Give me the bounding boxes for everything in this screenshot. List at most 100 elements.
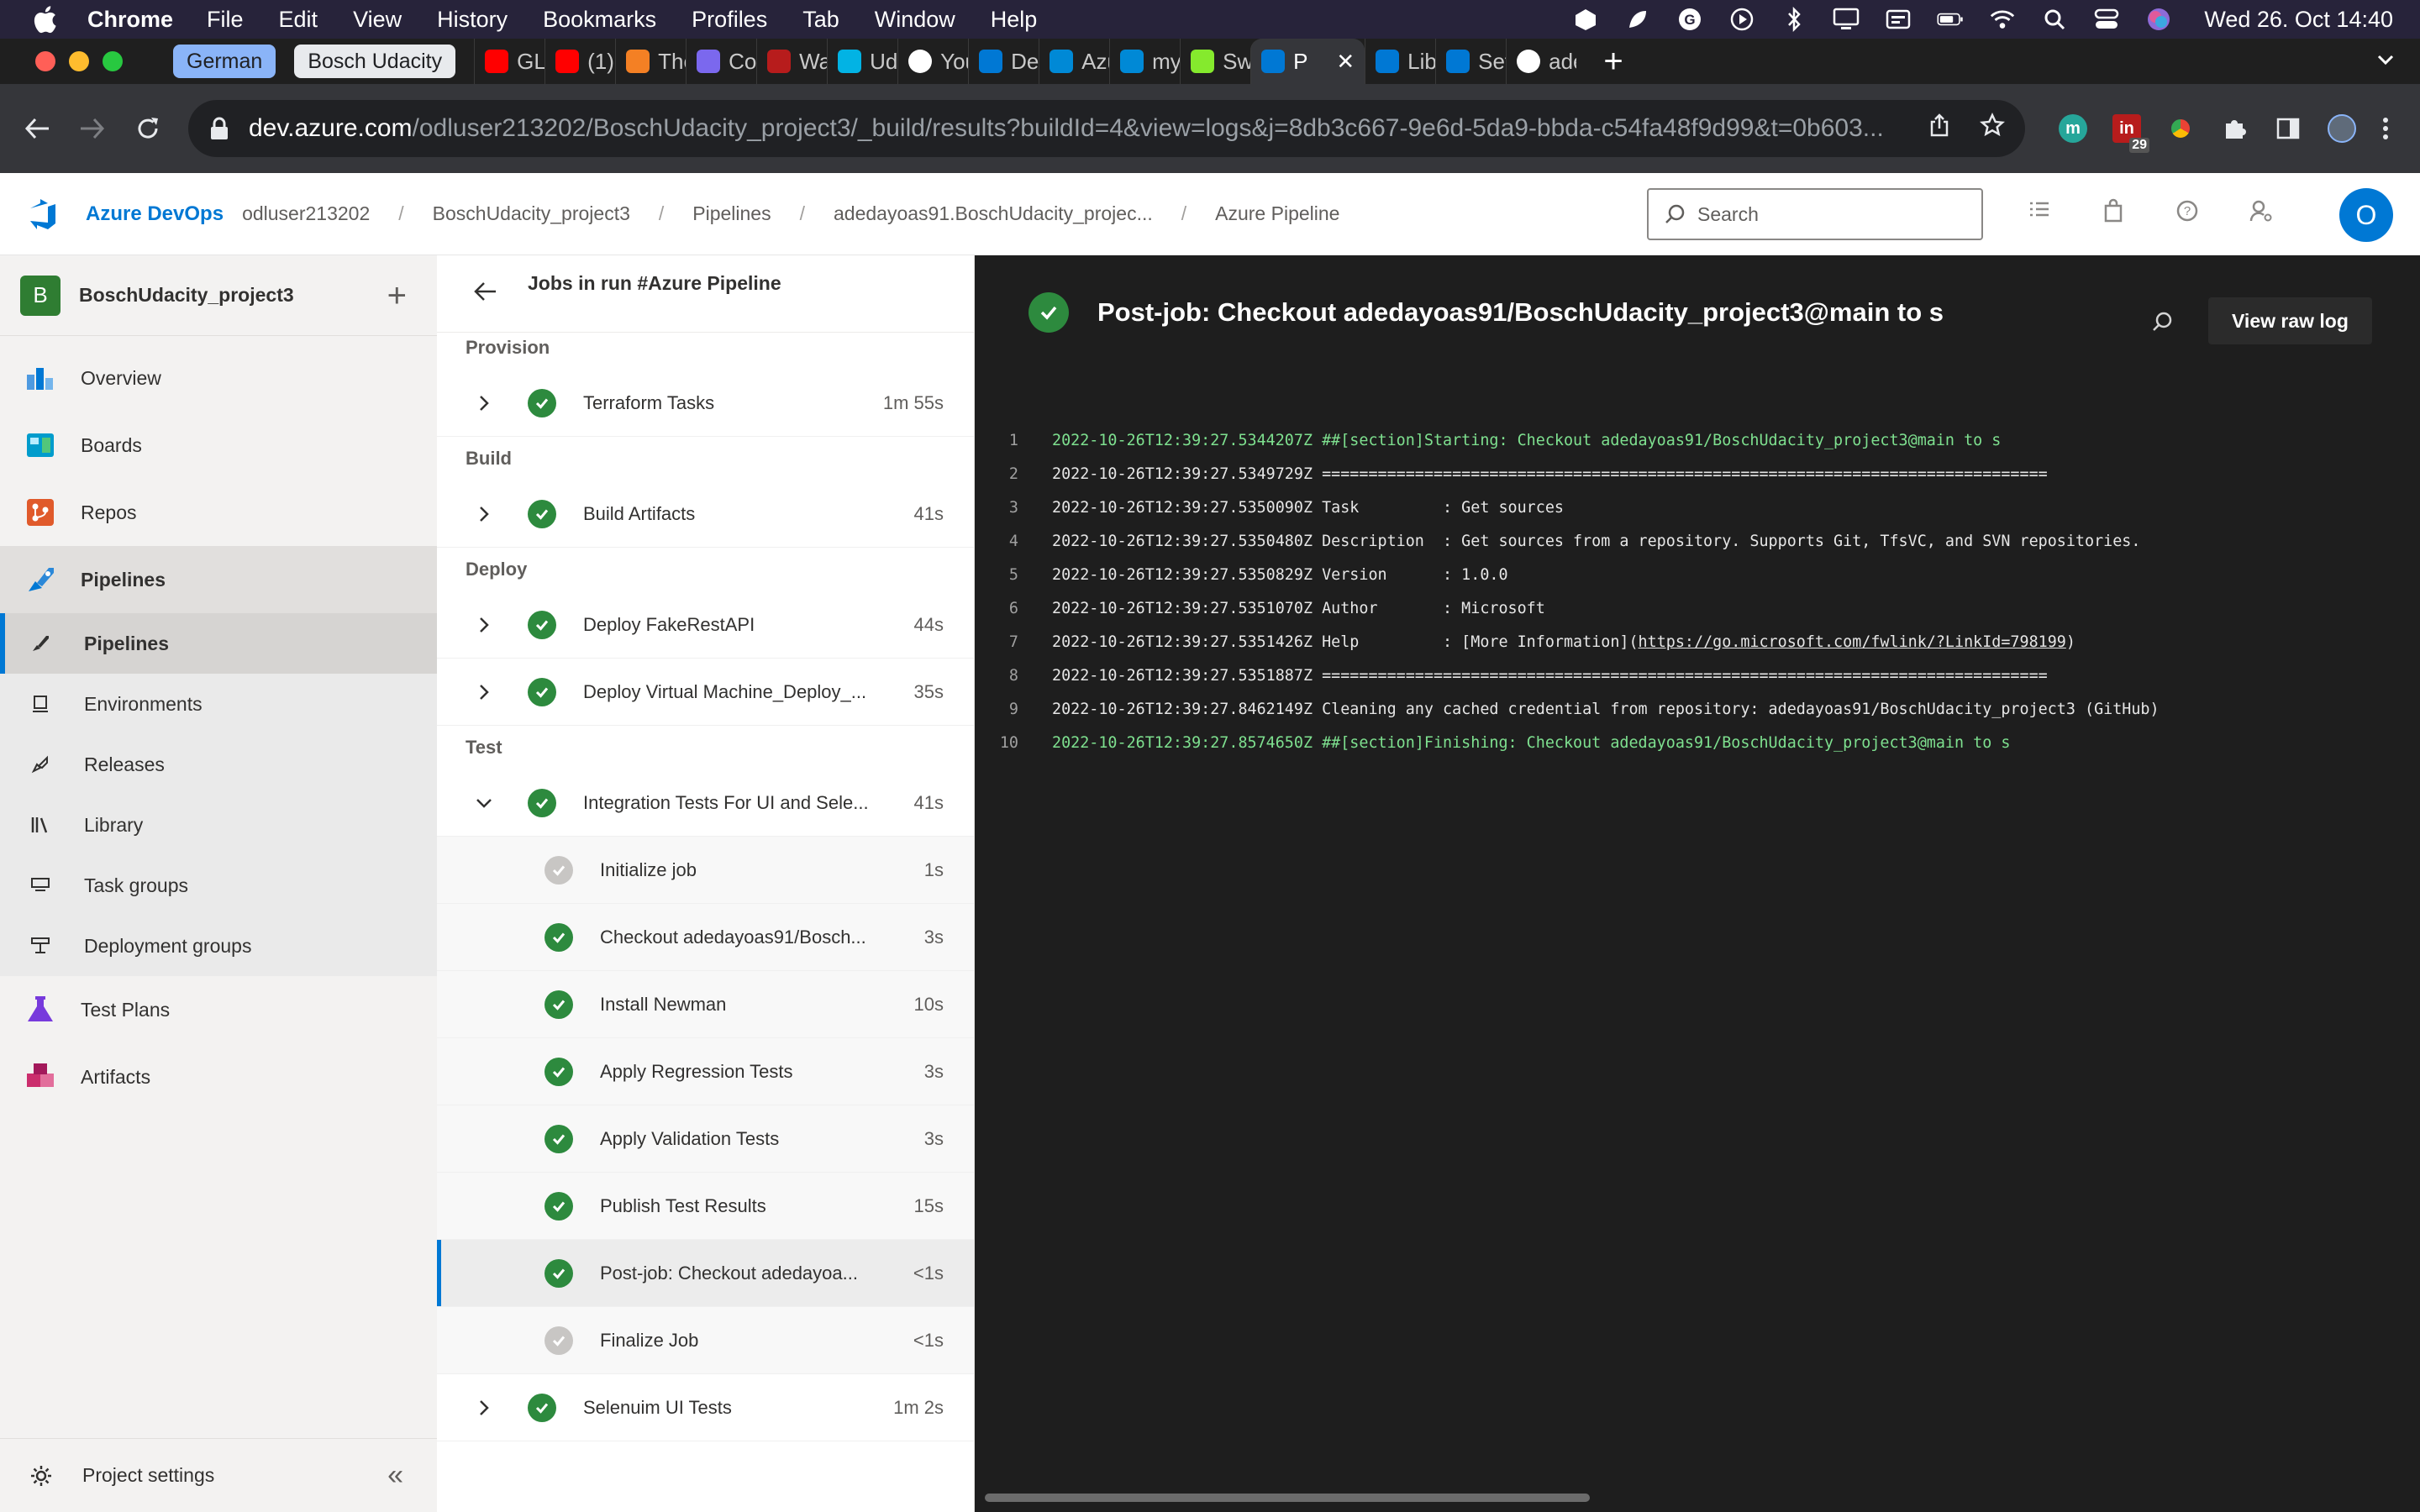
- menu-edit[interactable]: Edit: [279, 7, 318, 33]
- menu-bookmarks[interactable]: Bookmarks: [543, 7, 656, 33]
- tab-group-german[interactable]: German: [173, 45, 276, 78]
- user-settings-icon[interactable]: [2249, 198, 2274, 228]
- menu-window[interactable]: Window: [875, 7, 955, 33]
- sidebar-subitem-releases[interactable]: Releases: [0, 734, 437, 795]
- log-link[interactable]: https://go.microsoft.com/fwlink/?LinkId=…: [1639, 633, 2066, 651]
- breadcrumb-run[interactable]: Azure Pipeline: [1215, 202, 1339, 225]
- sidebar-item-overview[interactable]: Overview: [0, 344, 437, 412]
- leaf-icon[interactable]: [1624, 6, 1651, 33]
- project-header[interactable]: B BoschUdacity_project3 +: [0, 255, 437, 336]
- side-panel-icon[interactable]: [2274, 114, 2302, 143]
- minimize-window-button[interactable]: [69, 51, 89, 71]
- siri-icon[interactable]: [2145, 6, 2172, 33]
- job-step-row[interactable]: Checkout adedayoas91/Bosch... 3s: [437, 904, 974, 971]
- tab-group-bosch-udacity[interactable]: Bosch Udacity: [294, 45, 456, 78]
- new-tab-button[interactable]: +: [1597, 43, 1630, 81]
- address-bar[interactable]: dev.azure.com /odluser213202/BoschUdacit…: [188, 100, 2025, 157]
- tab-active[interactable]: P ✕: [1250, 39, 1365, 84]
- chevron-down-icon[interactable]: [471, 796, 497, 810]
- app-status-icon[interactable]: [1572, 6, 1599, 33]
- browser-tab[interactable]: GLM: [474, 39, 544, 84]
- sidebar-subitem-deployment-groups[interactable]: Deployment groups: [0, 916, 437, 976]
- control-center-icon[interactable]: [2093, 6, 2120, 33]
- browser-tab[interactable]: The S: [615, 39, 686, 84]
- job-step-row[interactable]: Publish Test Results 15s: [437, 1173, 974, 1240]
- browser-tab[interactable]: Conc: [686, 39, 756, 84]
- wifi-icon[interactable]: [1989, 6, 2016, 33]
- project-name[interactable]: BoschUdacity_project3: [79, 284, 294, 307]
- chevron-right-icon[interactable]: [471, 616, 497, 634]
- breadcrumb-pipeline-name[interactable]: adedayoas91.BoschUdacity_projec...: [834, 202, 1153, 225]
- job-row[interactable]: Integration Tests For UI and Sele... 41s: [437, 769, 974, 837]
- apple-icon[interactable]: [32, 5, 57, 34]
- job-row[interactable]: Terraform Tasks 1m 55s: [437, 370, 974, 437]
- job-row[interactable]: Build Artifacts 41s: [437, 480, 974, 548]
- play-icon[interactable]: [1728, 6, 1755, 33]
- lock-icon[interactable]: [208, 116, 230, 141]
- chevron-right-icon[interactable]: [471, 683, 497, 701]
- browser-tab[interactable]: DevO: [968, 39, 1039, 84]
- browser-tab[interactable]: Swag: [1180, 39, 1250, 84]
- spotlight-search-icon[interactable]: [2041, 6, 2068, 33]
- chrome-extension-icon[interactable]: [2166, 114, 2195, 143]
- collapse-sidebar-button[interactable]: «: [387, 1459, 403, 1492]
- display-icon[interactable]: [1833, 6, 1860, 33]
- sidebar-item-boards[interactable]: Boards: [0, 412, 437, 479]
- sidebar-subitem-library[interactable]: Library: [0, 795, 437, 855]
- tab-search-chevron-icon[interactable]: [2375, 49, 2396, 75]
- battery-icon[interactable]: [1937, 6, 1964, 33]
- chrome-menu-icon[interactable]: [2381, 114, 2390, 143]
- job-step-row[interactable]: Install Newman 10s: [437, 971, 974, 1038]
- menu-app-name[interactable]: Chrome: [87, 7, 173, 33]
- chevron-right-icon[interactable]: [471, 394, 497, 412]
- view-raw-log-button[interactable]: View raw log: [2208, 297, 2372, 344]
- share-icon[interactable]: [1928, 113, 1951, 144]
- back-arrow-icon[interactable]: [474, 281, 497, 307]
- browser-tab[interactable]: myPr: [1109, 39, 1180, 84]
- forward-button[interactable]: [74, 110, 111, 147]
- job-step-row[interactable]: Apply Regression Tests 3s: [437, 1038, 974, 1105]
- back-button[interactable]: [18, 110, 55, 147]
- sidebar-item-repos[interactable]: Repos: [0, 479, 437, 546]
- keyboard-icon[interactable]: [1885, 6, 1912, 33]
- job-step-row[interactable]: Apply Validation Tests 3s: [437, 1105, 974, 1173]
- add-new-button[interactable]: +: [387, 279, 407, 312]
- marketplace-bag-icon[interactable]: [2101, 198, 2126, 228]
- close-tab-icon[interactable]: ✕: [1336, 49, 1355, 75]
- menu-help[interactable]: Help: [991, 7, 1038, 33]
- breadcrumb-org[interactable]: odluser213202: [242, 202, 370, 225]
- horizontal-scrollbar[interactable]: [985, 1494, 1590, 1502]
- breadcrumb-pipelines[interactable]: Pipelines: [692, 202, 771, 225]
- browser-tab[interactable]: Setti: [1435, 39, 1506, 84]
- reload-button[interactable]: [129, 110, 166, 147]
- brand-link[interactable]: Azure DevOps: [86, 202, 224, 226]
- browser-tab[interactable]: Watc: [756, 39, 827, 84]
- grammarly-icon[interactable]: G: [1676, 6, 1703, 33]
- breadcrumb-project[interactable]: BoschUdacity_project3: [433, 202, 630, 225]
- chevron-right-icon[interactable]: [471, 1399, 497, 1417]
- menu-profiles[interactable]: Profiles: [692, 7, 767, 33]
- help-icon[interactable]: ?: [2175, 198, 2200, 228]
- menu-file[interactable]: File: [207, 7, 244, 33]
- sidebar-subitem-environments[interactable]: Environments: [0, 674, 437, 734]
- bluetooth-icon[interactable]: [1781, 6, 1807, 33]
- puzzle-extensions-icon[interactable]: [2220, 114, 2249, 143]
- sidebar-item-artifacts[interactable]: Artifacts: [0, 1043, 437, 1110]
- job-step-row[interactable]: Post-job: Checkout adedayoa... <1s: [437, 1240, 974, 1307]
- close-window-button[interactable]: [35, 51, 55, 71]
- browser-tab[interactable]: Your: [897, 39, 968, 84]
- browser-tab[interactable]: Libra: [1365, 39, 1435, 84]
- sidebar-subitem-task-groups[interactable]: Task groups: [0, 855, 437, 916]
- browser-tab[interactable]: Udac: [827, 39, 897, 84]
- profile-avatar[interactable]: [2328, 114, 2356, 143]
- browser-tab[interactable]: (1) Ko: [544, 39, 615, 84]
- job-step-row[interactable]: Finalize Job <1s: [437, 1307, 974, 1374]
- job-row[interactable]: Deploy FakeRestAPI 44s: [437, 591, 974, 659]
- bookmark-star-icon[interactable]: [1979, 113, 2006, 144]
- log-search-icon[interactable]: [2151, 311, 2173, 337]
- sidebar-item-pipelines[interactable]: Pipelines: [0, 546, 437, 613]
- job-step-row[interactable]: Initialize job 1s: [437, 837, 974, 904]
- menu-view[interactable]: View: [353, 7, 402, 33]
- sidebar-subitem-pipelines[interactable]: Pipelines: [0, 613, 437, 674]
- search-input[interactable]: Search: [1647, 188, 1983, 240]
